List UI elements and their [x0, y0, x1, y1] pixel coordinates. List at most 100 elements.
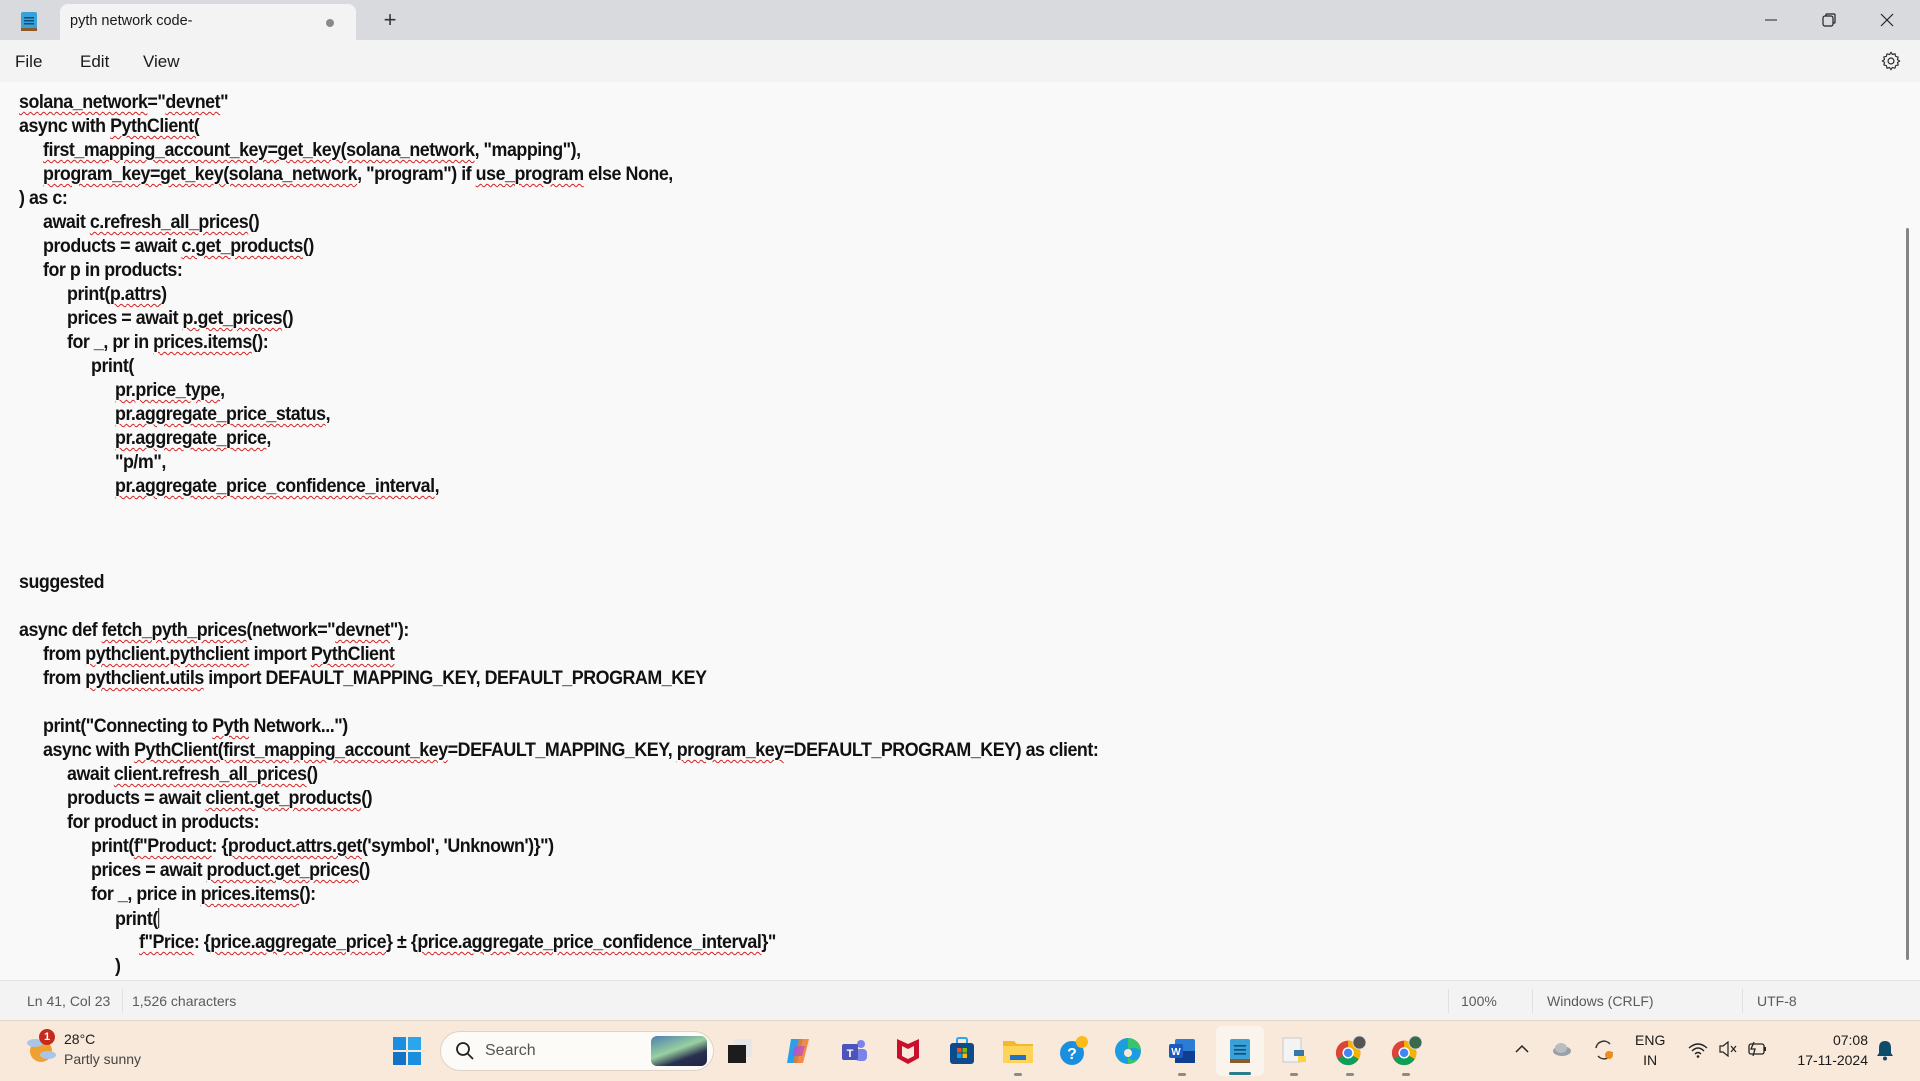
code-line[interactable]: pr.aggregate_price, — [115, 428, 271, 450]
language-indicator[interactable]: ENG IN — [1635, 1030, 1665, 1070]
copilot-icon[interactable] — [782, 1035, 814, 1067]
misspelled-word[interactable]: pythclient.utils — [85, 668, 204, 689]
misspelled-word[interactable]: first_mapping_account_key=get_key(solana… — [43, 140, 475, 161]
misspelled-word[interactable]: p.get_prices — [183, 308, 283, 329]
misspelled-word[interactable]: PythClient — [311, 644, 395, 665]
word-icon[interactable]: W — [1166, 1035, 1198, 1067]
code-line[interactable]: await client.refresh_all_prices() — [67, 764, 318, 786]
code-line[interactable]: for _, price in prices.items(): — [91, 884, 316, 906]
code-line[interactable]: for _, pr in prices.items(): — [67, 332, 269, 354]
document-tab[interactable]: pyth network code- — [60, 4, 356, 40]
chrome-profile-1-icon[interactable] — [1334, 1035, 1366, 1067]
code-line[interactable]: ) — [115, 956, 121, 978]
close-button[interactable] — [1858, 0, 1916, 40]
code-line[interactable]: print( — [115, 908, 160, 931]
get-help-icon[interactable]: ? — [1058, 1035, 1090, 1067]
misspelled-word[interactable]: c.refresh_all_prices — [90, 212, 249, 233]
code-line[interactable]: for p in products: — [43, 260, 183, 282]
code-line[interactable]: pr.aggregate_price_status, — [115, 404, 331, 426]
battery-charging-icon[interactable] — [1746, 1040, 1768, 1058]
microsoft-store-icon[interactable] — [946, 1035, 978, 1067]
code-line[interactable]: print(f"Product: {product.attrs.get('sym… — [91, 836, 554, 858]
chrome-profile-2-icon[interactable] — [1390, 1035, 1422, 1067]
windows-start-icon[interactable] — [392, 1036, 422, 1066]
misspelled-word[interactable]: pr.price_type — [115, 380, 221, 401]
code-line[interactable]: async with PythClient(first_mapping_acco… — [43, 740, 1099, 762]
line-ending[interactable]: Windows (CRLF) — [1547, 993, 1654, 1009]
misspelled-word[interactable]: devnet — [335, 620, 390, 641]
notepad-taskbar-icon[interactable] — [1224, 1035, 1256, 1067]
teams-icon[interactable]: T — [838, 1035, 870, 1067]
misspelled-word[interactable]: PythClient(first_mapping_account_key — [134, 740, 448, 761]
misspelled-word[interactable]: pr.aggregate_price — [115, 428, 267, 449]
code-line[interactable]: pr.aggregate_price_confidence_interval, — [115, 476, 440, 498]
wifi-icon[interactable] — [1688, 1042, 1708, 1058]
code-line[interactable]: products = await c.get_products() — [43, 236, 314, 258]
vertical-scrollbar[interactable] — [1906, 228, 1909, 960]
misspelled-word[interactable]: product.get_prices — [207, 860, 360, 881]
sync-icon[interactable] — [1592, 1038, 1616, 1062]
misspelled-word[interactable]: f"Product — [134, 836, 212, 857]
code-line[interactable]: print( — [91, 356, 134, 378]
menu-edit[interactable]: Edit — [80, 52, 109, 72]
encoding[interactable]: UTF-8 — [1757, 993, 1797, 1009]
code-line[interactable]: ) as c: — [19, 188, 68, 210]
code-line[interactable]: from pythclient.utils import DEFAULT_MAP… — [43, 668, 707, 690]
code-line[interactable]: print("Connecting to Pyth Network...") — [43, 716, 348, 738]
code-line[interactable]: first_mapping_account_key=get_key(solana… — [43, 140, 581, 162]
taskbar-search[interactable]: Search — [440, 1031, 714, 1071]
code-line[interactable]: suggested — [19, 572, 105, 594]
misspelled-word[interactable]: use_program — [476, 164, 584, 185]
unsaved-indicator-icon[interactable] — [326, 19, 334, 27]
mcafee-icon[interactable] — [892, 1035, 924, 1067]
gear-icon[interactable] — [1880, 50, 1902, 72]
onedrive-icon[interactable] — [1551, 1041, 1573, 1057]
code-line[interactable]: async def fetch_pyth_prices(network="dev… — [19, 620, 409, 642]
misspelled-word[interactable]: client.refresh_all_prices — [114, 764, 307, 785]
misspelled-word[interactable]: pythclient.pythclient — [85, 644, 249, 665]
clock[interactable]: 07:08 17-11-2024 — [1782, 1030, 1868, 1070]
misspelled-word[interactable]: c.get_products — [181, 236, 303, 257]
restore-button[interactable] — [1800, 0, 1858, 40]
misspelled-word[interactable]: prices.items — [201, 884, 300, 905]
code-line[interactable]: "p/m", — [115, 452, 166, 474]
misspelled-word[interactable]: solana_network — [19, 92, 148, 113]
misspelled-word[interactable]: pr.aggregate_price_confidence_interval — [115, 476, 435, 497]
misspelled-word[interactable]: program_key — [677, 740, 784, 761]
menu-file[interactable]: File — [15, 52, 42, 72]
code-line[interactable]: f"Price: {price.aggregate_price} ± {pric… — [139, 932, 776, 954]
code-line[interactable]: pr.price_type, — [115, 380, 225, 402]
new-tab-button[interactable]: + — [378, 8, 402, 32]
minimize-button[interactable] — [1742, 0, 1800, 40]
misspelled-word[interactable]: p.attrs — [110, 284, 162, 305]
python-file-icon[interactable] — [1278, 1035, 1310, 1067]
misspelled-word[interactable]: PythClient( — [110, 116, 200, 137]
misspelled-word[interactable]: prices.items — [153, 332, 252, 353]
code-line[interactable]: await c.refresh_all_prices() — [43, 212, 260, 234]
file-explorer-icon[interactable] — [1002, 1035, 1034, 1067]
misspelled-word[interactable]: Pyth — [212, 716, 249, 737]
chevron-up-icon[interactable] — [1514, 1043, 1530, 1055]
task-view-icon[interactable] — [724, 1035, 756, 1067]
code-line[interactable]: program_key=get_key(solana_network, "pro… — [43, 164, 673, 186]
menu-view[interactable]: View — [143, 52, 180, 72]
volume-muted-icon[interactable] — [1718, 1041, 1738, 1057]
misspelled-word[interactable]: client.get_products — [205, 788, 361, 809]
zoom-level[interactable]: 100% — [1461, 993, 1497, 1009]
code-line[interactable]: for product in products: — [67, 812, 260, 834]
code-line[interactable]: async with PythClient( — [19, 116, 200, 138]
misspelled-word[interactable]: pr.aggregate_price_status — [115, 404, 326, 425]
misspelled-word[interactable]: f"Price — [139, 932, 194, 953]
notification-bell-icon[interactable] — [1876, 1039, 1894, 1061]
misspelled-word[interactable]: devnet — [165, 92, 220, 113]
code-line[interactable]: print(p.attrs) — [67, 284, 167, 306]
misspelled-word[interactable]: price.aggregate_price_confidence_interva… — [417, 932, 762, 953]
misspelled-word[interactable]: fetch_pyth_prices — [102, 620, 247, 641]
code-line[interactable]: products = await client.get_products() — [67, 788, 373, 810]
misspelled-word[interactable]: product.attrs.get — [228, 836, 362, 857]
code-line[interactable]: solana_network="devnet" — [19, 92, 229, 114]
misspelled-word[interactable]: price.aggregate_price — [210, 932, 386, 953]
code-line[interactable]: from pythclient.pythclient import PythCl… — [43, 644, 395, 666]
misspelled-word[interactable]: program_key=get_key(solana_network — [43, 164, 358, 185]
code-line[interactable]: prices = await p.get_prices() — [67, 308, 294, 330]
